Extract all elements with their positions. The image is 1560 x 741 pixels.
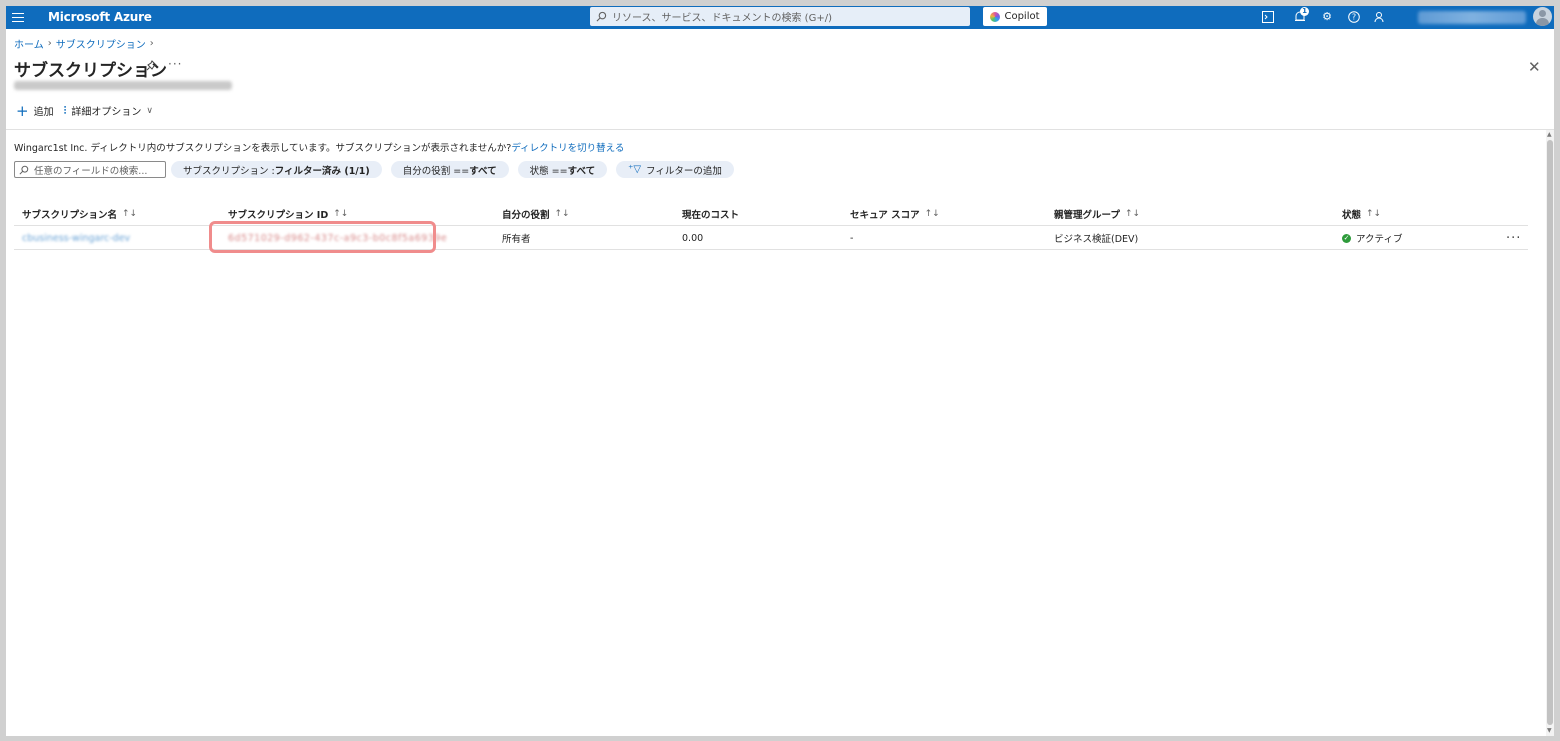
feedback-icon[interactable] — [1372, 9, 1388, 25]
menu-icon[interactable] — [12, 10, 26, 24]
filter-row: 任意のフィールドの検索... サブスクリプション : フィルター済み (1/1)… — [14, 161, 743, 178]
checkmark-circle-icon: ✓ — [1342, 233, 1351, 243]
chevron-right-icon: › — [47, 38, 52, 49]
parent-group-cell: ビジネス検証(DEV) — [1054, 234, 1139, 245]
advanced-options-label: 詳細オプション — [71, 107, 142, 118]
column-header-cost[interactable]: 現在のコスト — [682, 202, 739, 226]
copilot-icon — [990, 11, 1001, 22]
cost-cell: 0.00 — [682, 232, 704, 244]
filter-search-placeholder: 任意のフィールドの検索... — [34, 165, 148, 177]
filter-pill-value: フィルター済み (1/1) — [274, 165, 370, 177]
sort-icon: ↑↓ — [122, 209, 138, 219]
scrollbar-thumb[interactable] — [1547, 140, 1553, 725]
column-header-parent-group[interactable]: 親管理グループ ↑↓ — [1054, 202, 1140, 226]
filter-pill-role[interactable]: 自分の役割 == すべて — [390, 161, 509, 178]
directory-info-text: Wingarc1st Inc. ディレクトリ内のサブスクリプションを表示していま… — [14, 143, 512, 154]
cloud-shell-icon[interactable] — [1260, 9, 1276, 25]
settings-gear-icon[interactable]: ⚙ — [1319, 9, 1335, 25]
status-cell: ✓ アクティブ — [1342, 226, 1402, 250]
advanced-options-button[interactable]: ⫶ 詳細オプション ∨ — [63, 103, 153, 119]
breadcrumb: ホーム › サブスクリプション › — [14, 36, 154, 51]
global-search-input[interactable]: リソース、サービス、ドキュメントの検索 (G+/) — [590, 7, 970, 26]
scroll-up-icon[interactable]: ▲ — [1547, 132, 1553, 138]
column-header-name[interactable]: サブスクリプション名 ↑↓ — [22, 202, 137, 226]
brand-label[interactable]: Microsoft Azure — [48, 10, 152, 24]
filter-search-input[interactable]: 任意のフィールドの検索... — [14, 161, 166, 178]
divider — [6, 129, 1554, 130]
column-header-status[interactable]: 状態 ↑↓ — [1342, 202, 1381, 226]
add-filter-label: フィルターの追加 — [646, 165, 722, 177]
top-bar: Microsoft Azure リソース、サービス、ドキュメントの検索 (G+/… — [6, 6, 1554, 29]
page-title: サブスクリプション — [14, 61, 167, 81]
breadcrumb-home[interactable]: ホーム — [14, 36, 44, 51]
chevron-down-icon: ∨ — [146, 105, 153, 116]
status-label: アクティブ — [1356, 234, 1403, 245]
add-filter-button[interactable]: ⁺▽ フィルターの追加 — [616, 161, 734, 178]
filter-pill-status[interactable]: 状態 == すべて — [517, 161, 608, 178]
portal-frame: Microsoft Azure リソース、サービス、ドキュメントの検索 (G+/… — [6, 6, 1554, 736]
add-button[interactable]: + 追加 — [16, 103, 54, 118]
pin-icon[interactable] — [146, 60, 158, 72]
sort-icon: ↑↓ — [924, 209, 940, 219]
switch-directory-link[interactable]: ディレクトリを切り替える — [511, 143, 624, 154]
directory-info: Wingarc1st Inc. ディレクトリ内のサブスクリプションを表示していま… — [14, 140, 624, 154]
add-filter-icon: ⁺▽ — [628, 164, 642, 175]
sort-icon: ↑↓ — [1124, 209, 1141, 219]
filter-pill-label: サブスクリプション : — [183, 165, 275, 177]
svg-text:?: ? — [1352, 13, 1356, 22]
notifications-icon[interactable]: 1 — [1292, 7, 1309, 25]
help-icon[interactable]: ? — [1346, 9, 1362, 25]
notification-badge: 1 — [1300, 7, 1309, 16]
vertical-scrollbar[interactable]: ▲ ▼ — [1546, 130, 1554, 736]
column-header-secure-score[interactable]: セキュア スコア ↑↓ — [850, 202, 940, 226]
plus-icon: + — [16, 101, 29, 120]
annotation-highlight-box — [209, 221, 436, 253]
subscription-name-link[interactable]: cbusiness-wingarc-dev — [22, 226, 130, 250]
copilot-label: Copilot — [1004, 11, 1040, 22]
filter-pill-label: 自分の役割 == — [402, 165, 470, 177]
filter-pill-label: 状態 == — [529, 165, 568, 177]
command-bar: + 追加 ⫶ 詳細オプション ∨ — [16, 103, 163, 118]
filter-pill-value: すべて — [469, 165, 497, 177]
copilot-button[interactable]: Copilot — [983, 7, 1047, 26]
add-label: 追加 — [33, 107, 54, 118]
sort-icon: ↑↓ — [1366, 209, 1382, 219]
role-cell: 所有者 — [502, 234, 531, 245]
more-options-icon[interactable]: ··· — [168, 57, 182, 71]
subtitle-redacted — [14, 81, 232, 90]
sort-icon: ↑↓ — [554, 209, 570, 219]
search-icon — [596, 11, 607, 22]
filter-pill-value: すべて — [567, 165, 596, 177]
secure-score-cell: - — [850, 232, 854, 244]
sliders-icon: ⫶ — [63, 103, 67, 117]
scroll-down-icon[interactable]: ▼ — [1547, 728, 1553, 734]
search-icon — [19, 165, 29, 175]
sort-icon: ↑↓ — [333, 209, 349, 219]
global-search-placeholder: リソース、サービス、ドキュメントの検索 (G+/) — [612, 13, 832, 24]
column-header-role[interactable]: 自分の役割 ↑↓ — [502, 202, 570, 226]
chevron-right-icon: › — [149, 38, 154, 49]
avatar[interactable] — [1533, 7, 1552, 26]
row-more-options-icon[interactable]: ··· — [1506, 226, 1521, 250]
account-name[interactable] — [1418, 11, 1526, 24]
filter-pill-subscription[interactable]: サブスクリプション : フィルター済み (1/1) — [171, 161, 382, 178]
close-icon[interactable]: ✕ — [1528, 58, 1541, 76]
breadcrumb-current[interactable]: サブスクリプション — [56, 36, 146, 51]
